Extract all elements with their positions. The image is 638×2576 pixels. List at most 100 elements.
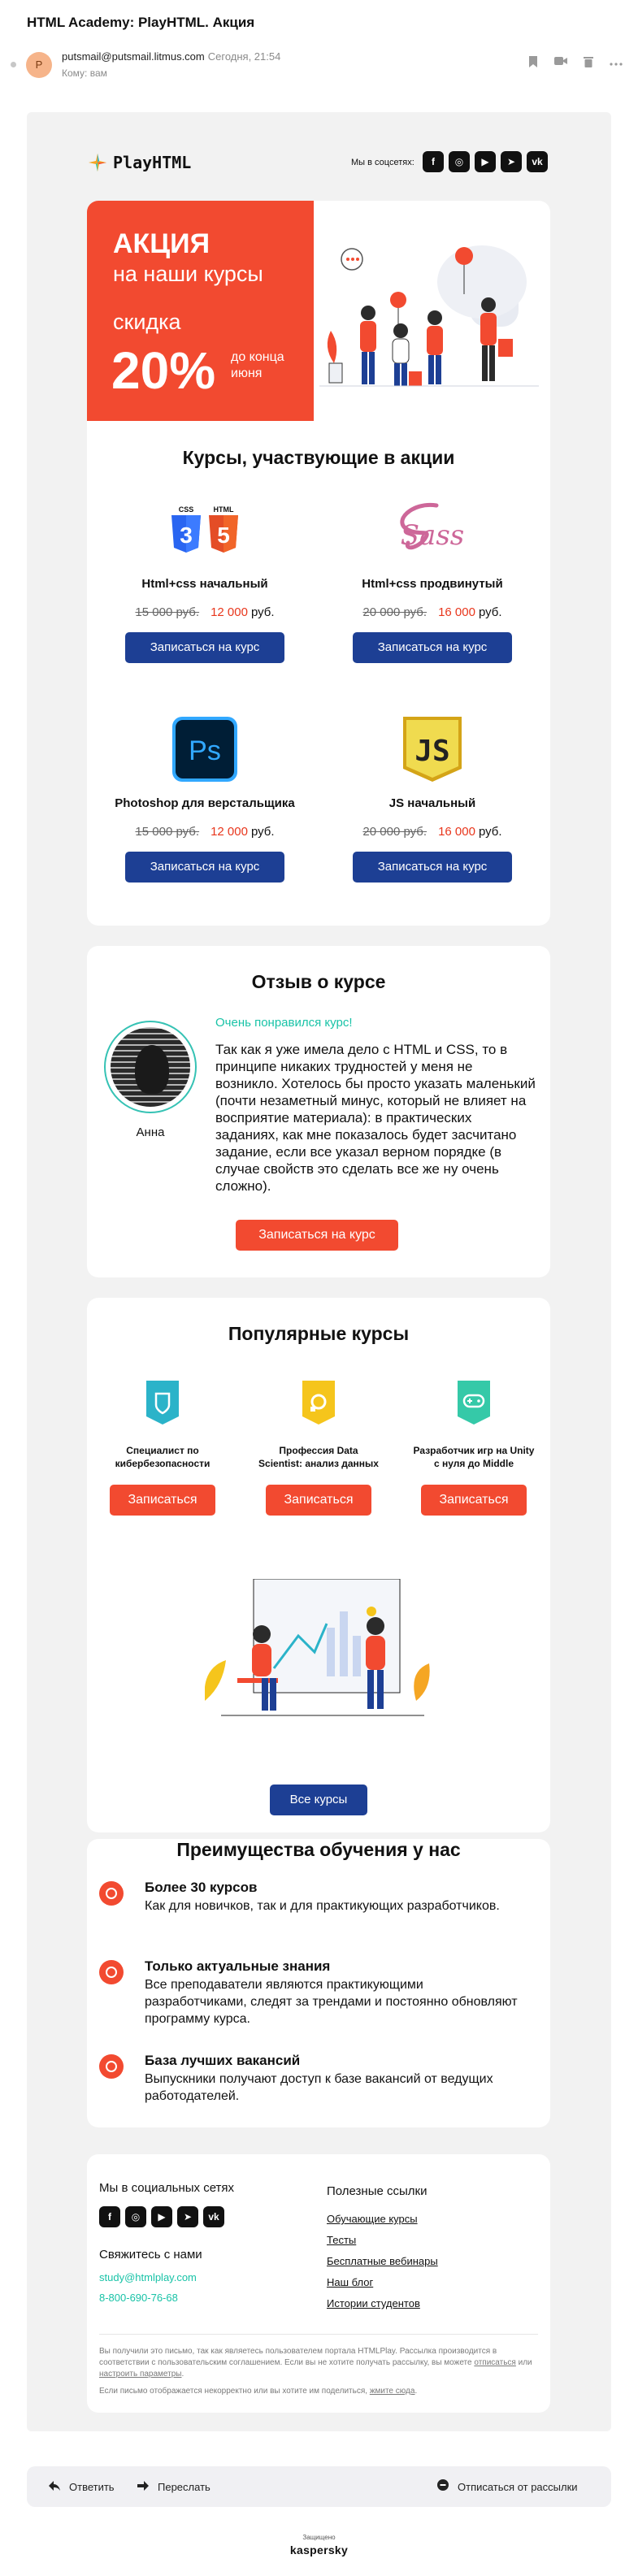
course-card: CSS 3 HTML 5 Html+css начальный 15 000 р… — [99, 497, 310, 663]
sender-row: P putsmail@putsmail.litmus.com Сегодня, 2… — [8, 47, 630, 86]
footer-link-stories[interactable]: Истории студентов — [327, 2297, 438, 2309]
advantage-item: Более 30 курсов Как для новичков, так и … — [99, 1880, 522, 1915]
unsubscribe-button[interactable]: Отписаться от рассылки — [436, 2466, 578, 2507]
popular-course-name: Профессия Data Scientist: анализ данных — [258, 1445, 379, 1469]
social-caption: Мы в соцсетях: — [351, 158, 414, 167]
course-name: JS начальный — [388, 796, 476, 810]
video-icon[interactable] — [553, 55, 568, 70]
logo-icon — [89, 154, 106, 171]
footer-link-tests[interactable]: Тесты — [327, 2234, 438, 2246]
mail-date: Сегодня, 21:54 — [207, 50, 281, 63]
telegram-icon[interactable]: ➤ — [501, 151, 522, 172]
facebook-icon[interactable]: f — [423, 151, 444, 172]
promo-title: АКЦИЯ — [113, 228, 210, 259]
recipient: Кому: вам — [62, 67, 107, 79]
course-card: Sass Html+css продвинутый 20 000 руб. 16 … — [327, 497, 538, 663]
new-price: 16 000 — [438, 825, 475, 839]
all-courses-button[interactable]: Все курсы — [270, 1785, 367, 1815]
data-science-icon — [302, 1381, 335, 1425]
forward-label: Переслать — [158, 2481, 210, 2493]
facebook-icon[interactable]: f — [99, 2206, 120, 2227]
footer-link-webinars[interactable]: Бесплатные вебинары — [327, 2255, 438, 2267]
protection-caption: Защищено — [302, 2534, 336, 2541]
avatar — [104, 1021, 197, 1113]
currency: руб. — [250, 605, 275, 619]
view-online-link[interactable]: жмите сюда — [370, 2387, 415, 2396]
contact-phone[interactable]: 8-800-690-76-68 — [99, 2292, 197, 2304]
advantages-title: Преимущества обучения у нас — [176, 1839, 461, 1860]
promo-card: АКЦИЯ на наши курсы скидка 20% до конца … — [87, 201, 550, 926]
old-price: 20 000 руб. — [362, 605, 428, 619]
enroll-button[interactable]: Записаться — [110, 1485, 215, 1516]
minus-circle-icon — [436, 2466, 449, 2507]
shield-icon — [146, 1381, 179, 1425]
enroll-button[interactable]: Записаться — [421, 1485, 527, 1516]
new-price: 12 000 — [210, 825, 248, 839]
promo-banner: АКЦИЯ на наши курсы скидка 20% до конца … — [87, 201, 314, 421]
popular-course: Профессия Data Scientist: анализ данных … — [258, 1381, 380, 1516]
review-card: Отзыв о курсе Анна Очень понравился курс… — [87, 946, 550, 1277]
youtube-icon[interactable]: ▶ — [151, 2206, 172, 2227]
footer-link-courses[interactable]: Обучающие курсы — [327, 2213, 438, 2225]
logo-text[interactable]: PlayHTML — [113, 153, 191, 172]
sender-info: putsmail@putsmail.litmus.com Сегодня, 21:… — [62, 50, 280, 63]
footer-contact-title: Свяжитесь с нами — [99, 2248, 202, 2262]
instagram-icon[interactable]: ◎ — [449, 151, 470, 172]
advantage-item: Только актуальные знания Все преподавате… — [99, 1958, 522, 2027]
footer-social-title: Мы в социальных сетях — [99, 2181, 235, 2195]
gamepad-icon — [458, 1381, 490, 1425]
reply-button[interactable]: Ответить — [48, 2466, 115, 2507]
svg-text:3: 3 — [180, 523, 193, 548]
photoshop-icon: Ps — [172, 717, 237, 782]
unsubscribe-link[interactable]: отписаться — [474, 2358, 515, 2367]
enroll-button[interactable]: Записаться — [266, 1485, 371, 1516]
javascript-icon: JS — [403, 717, 462, 782]
advantage-text: Все преподаватели являются практикующими… — [145, 1978, 518, 2026]
svg-text:5: 5 — [217, 523, 230, 548]
new-price: 16 000 — [438, 605, 475, 619]
footer-card: Мы в социальных сетях f ◎ ▶ ➤ vk Свяжите… — [87, 2154, 550, 2413]
svg-text:CSS: CSS — [179, 505, 194, 514]
advantages-card: Преимущества обучения у нас Более 30 кур… — [87, 1839, 550, 2127]
unread-dot[interactable] — [11, 62, 16, 67]
svg-text:HTML: HTML — [214, 505, 234, 514]
footer-social-links: f ◎ ▶ ➤ vk — [99, 2206, 224, 2227]
promo-percent: 20% — [111, 341, 216, 400]
more-icon[interactable] — [609, 55, 623, 70]
old-price: 15 000 руб. — [135, 825, 200, 839]
bookmark-icon[interactable] — [526, 55, 540, 70]
team-illustration — [205, 1579, 430, 1716]
vk-icon[interactable]: vk — [203, 2206, 224, 2227]
course-price: 20 000 руб. 16 000 руб. — [327, 825, 538, 839]
course-name: Html+css продвинутый — [362, 577, 503, 591]
legal-notice: Вы получили это письмо, так как являетес… — [99, 2347, 532, 2379]
footer-link-blog[interactable]: Наш блог — [327, 2276, 438, 2288]
telegram-icon[interactable]: ➤ — [177, 2206, 198, 2227]
enroll-button[interactable]: Записаться на курс — [125, 632, 284, 663]
review-headline: Очень понравился курс! — [215, 1016, 353, 1030]
trash-icon[interactable] — [581, 55, 596, 70]
advantage-title: База лучших вакансий — [145, 2053, 301, 2068]
course-price: 20 000 руб. 16 000 руб. — [327, 605, 538, 619]
sender-email[interactable]: putsmail@putsmail.litmus.com — [62, 50, 205, 63]
contact-email[interactable]: study@htmlplay.com — [99, 2271, 197, 2283]
kaspersky-logo: kaspersky — [289, 2543, 349, 2556]
currency: руб. — [478, 605, 502, 619]
clock-icon — [99, 1881, 124, 1906]
enroll-button[interactable]: Записаться на курс — [353, 852, 512, 883]
html5-icon: HTML 5 — [209, 505, 238, 553]
youtube-icon[interactable]: ▶ — [475, 151, 496, 172]
settings-link[interactable]: настроить параметры — [99, 2370, 181, 2379]
advantage-title: Только актуальные знания — [145, 1958, 331, 1974]
forward-button[interactable]: Переслать — [137, 2466, 210, 2507]
mail-action-bar: Ответить Переслать Отписаться от рассылк… — [27, 2466, 611, 2507]
vk-icon[interactable]: vk — [527, 151, 548, 172]
instagram-icon[interactable]: ◎ — [125, 2206, 146, 2227]
legal-notice-view: Если письмо отображается некорректно или… — [99, 2387, 418, 2396]
enroll-button[interactable]: Записаться на курс — [236, 1220, 398, 1251]
enroll-button[interactable]: Записаться на курс — [125, 852, 284, 883]
review-text: Так как я уже имела дело с HTML и CSS, т… — [215, 1042, 536, 1194]
currency: руб. — [478, 825, 502, 839]
promo-illustration — [319, 245, 539, 387]
enroll-button[interactable]: Записаться на курс — [353, 632, 512, 663]
